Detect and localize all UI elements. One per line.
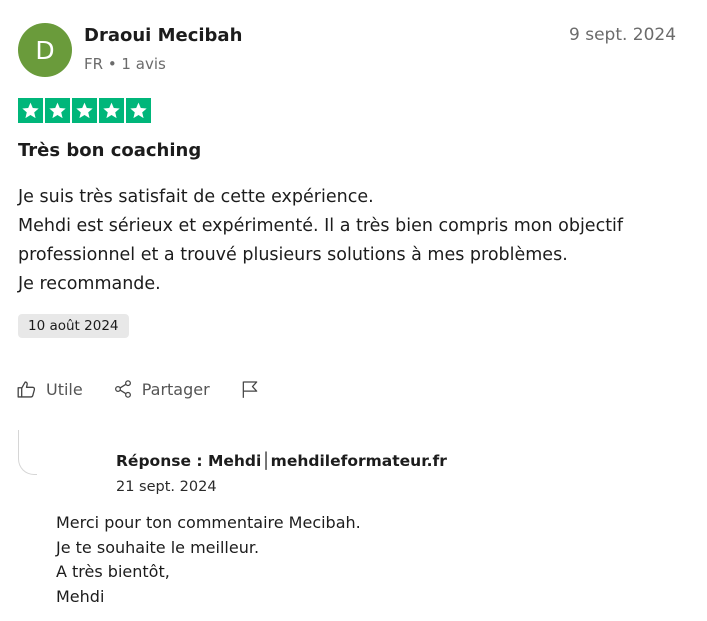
- avatar[interactable]: D: [18, 23, 72, 77]
- share-icon: [113, 379, 133, 399]
- reply-date: 21 sept. 2024: [116, 479, 217, 495]
- review-date: 9 sept. 2024: [569, 25, 677, 45]
- reply-body: Merci pour ton commentaire Mecibah. Je t…: [56, 511, 361, 609]
- review-actions: Utile Partager: [16, 376, 260, 402]
- star-icon: [45, 98, 70, 123]
- reply-header: Réponse : Mehdi│mehdileformateur.fr: [116, 452, 447, 470]
- useful-button[interactable]: Utile: [16, 379, 83, 400]
- share-label: Partager: [141, 379, 210, 399]
- review-body: Je suis très satisfait de cette expérien…: [18, 183, 698, 299]
- experience-date-badge: 10 août 2024: [18, 314, 129, 338]
- report-button[interactable]: [240, 379, 260, 400]
- review-body-line: Je recommande.: [18, 274, 161, 294]
- reviewer-name[interactable]: Draoui Mecibah: [84, 25, 242, 46]
- reply-body-line: Merci pour ton commentaire Mecibah.: [56, 513, 361, 532]
- star-icon: [72, 98, 97, 123]
- reply-connector: [18, 430, 37, 475]
- star-rating: [18, 98, 151, 123]
- star-icon: [18, 98, 43, 123]
- reply-body-line: Je te souhaite le meilleur.: [56, 537, 260, 557]
- star-icon: [99, 98, 124, 123]
- review-body-line: Je suis très satisfait de cette expérien…: [18, 187, 374, 207]
- reply-body-line: Mehdi: [56, 586, 105, 606]
- review-body-line: professionnel et a trouvé plusieurs solu…: [18, 245, 568, 265]
- useful-label: Utile: [46, 379, 83, 399]
- review-title: Très bon coaching: [18, 140, 202, 161]
- share-button[interactable]: Partager: [113, 379, 210, 399]
- thumbs-up-icon: [16, 379, 37, 400]
- review-body-line: Mehdi est sérieux et expérimenté. Il a t…: [18, 216, 624, 236]
- reviewer-meta: FR • 1 avis: [84, 55, 166, 73]
- flag-icon: [240, 379, 260, 400]
- reply-body-line: A très bientôt,: [56, 562, 170, 581]
- star-icon: [126, 98, 151, 123]
